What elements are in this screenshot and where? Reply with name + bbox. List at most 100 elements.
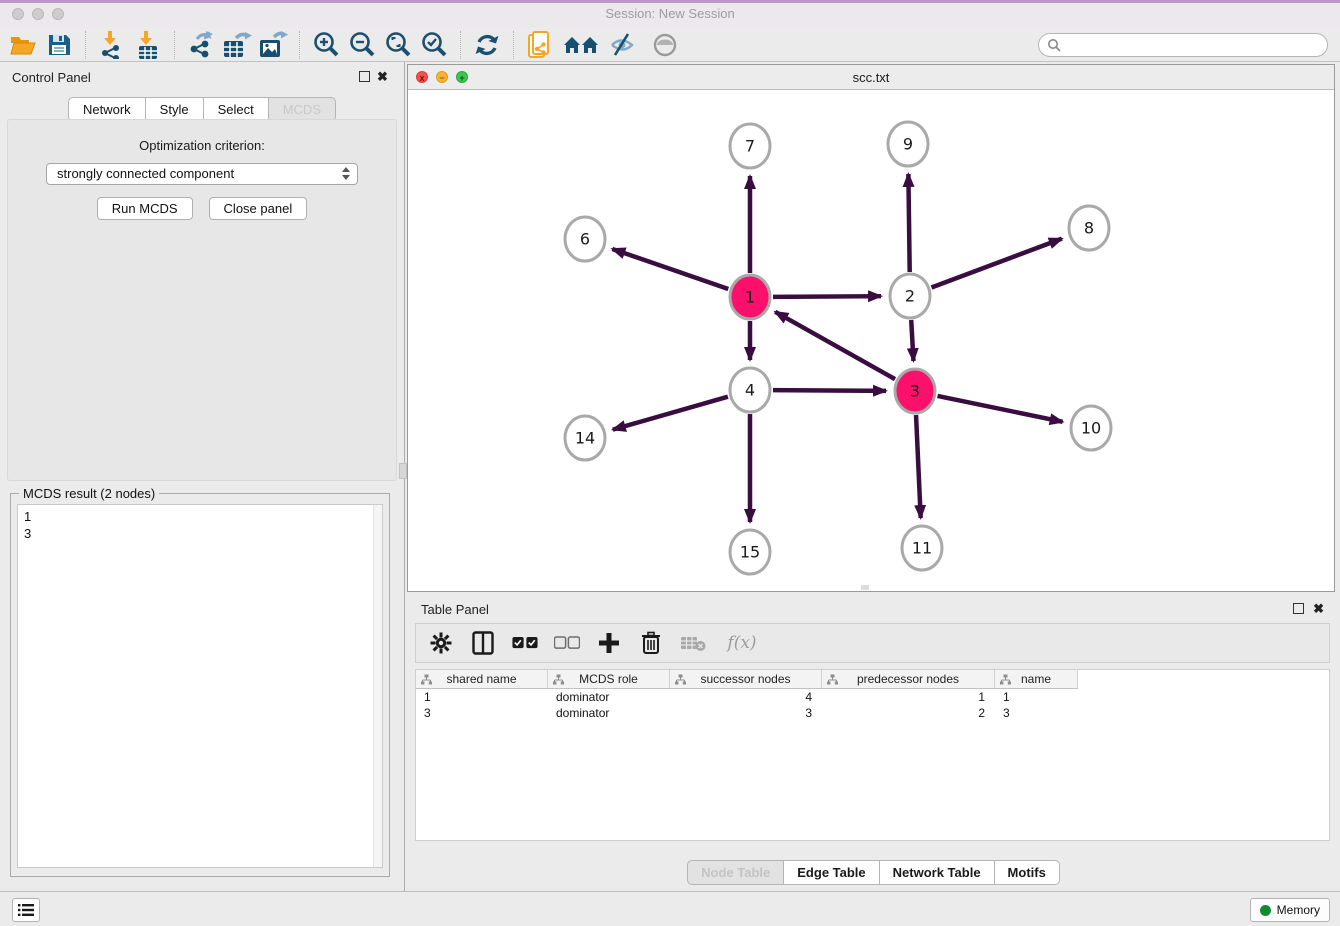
task-history-button[interactable]: [12, 898, 40, 922]
mcds-result-group: MCDS result (2 nodes) 1 3: [10, 493, 390, 877]
export-network-button[interactable]: [186, 31, 216, 59]
titlebar: Session: New Session: [0, 0, 1340, 28]
show-all-networks-button[interactable]: [561, 31, 601, 59]
node-3[interactable]: 3: [895, 369, 935, 413]
zoom-out-button[interactable]: [347, 31, 377, 59]
edge-4-3[interactable]: [773, 390, 886, 391]
vertical-splitter-handle[interactable]: [399, 463, 407, 479]
node-8[interactable]: 8: [1069, 206, 1109, 250]
node-7[interactable]: 7: [730, 124, 770, 168]
delete-column-icon[interactable]: [638, 630, 664, 656]
close-panel-icon[interactable]: ✖: [377, 69, 388, 85]
edge-3-11[interactable]: [916, 415, 921, 518]
edge-4-14[interactable]: [613, 397, 728, 430]
table-cell[interactable]: 2: [822, 705, 995, 721]
node-table-body: 1dominator4113dominator323: [416, 689, 1329, 721]
edge-3-10[interactable]: [938, 396, 1063, 422]
deselect-all-checkboxes-icon[interactable]: [554, 630, 580, 656]
network-view-window: x − + scc.txt 7 9 6 8 1 2 4 3 14 10 15 11: [407, 64, 1335, 592]
hierarchy-icon: [1000, 674, 1011, 685]
status-bar: Memory: [0, 891, 1340, 926]
apply-layout-refresh-button[interactable]: [472, 31, 502, 59]
column-header-MCDS-role[interactable]: MCDS role: [548, 670, 670, 689]
node-6[interactable]: 6: [565, 217, 605, 261]
memory-button[interactable]: Memory: [1250, 898, 1330, 922]
optimization-criterion-select[interactable]: strongly connected component: [46, 163, 358, 185]
duplicate-network-button[interactable]: [525, 31, 555, 59]
zoom-in-button[interactable]: [311, 31, 341, 59]
node-2[interactable]: 2: [890, 274, 930, 318]
float-table-panel-icon[interactable]: [1293, 603, 1304, 614]
table-cell[interactable]: 4: [670, 689, 822, 705]
add-column-icon[interactable]: [596, 630, 622, 656]
zoom-fit-button[interactable]: [383, 31, 413, 59]
column-header-successor-nodes[interactable]: successor nodes: [670, 670, 822, 689]
optimization-criterion-label: Optimization criterion:: [8, 138, 396, 153]
list-icon: [18, 903, 34, 917]
close-table-panel-icon[interactable]: ✖: [1313, 601, 1324, 617]
close-panel-button[interactable]: Close panel: [209, 197, 308, 220]
table-settings-icon[interactable]: [428, 630, 454, 656]
show-eye-button[interactable]: [650, 31, 680, 59]
column-header-name[interactable]: name: [995, 670, 1078, 689]
node-4[interactable]: 4: [730, 368, 770, 412]
table-cell[interactable]: 1: [995, 689, 1078, 705]
column-layout-icon[interactable]: [470, 630, 496, 656]
canvas-splitter-handle[interactable]: [861, 585, 869, 590]
tab-node-table[interactable]: Node Table: [687, 860, 784, 885]
search-icon: [1047, 38, 1061, 52]
result-scrollbar[interactable]: [373, 505, 382, 867]
import-table-button[interactable]: [133, 31, 163, 59]
hierarchy-icon: [553, 674, 564, 685]
edge-3-1[interactable]: [775, 312, 895, 379]
table-cell[interactable]: 1: [822, 689, 995, 705]
edge-1-6[interactable]: [612, 249, 728, 289]
edge-2-9[interactable]: [908, 174, 909, 272]
function-builder-disabled-icon: f(x): [722, 630, 762, 656]
select-all-checkboxes-icon[interactable]: [512, 630, 538, 656]
node-14[interactable]: 14: [565, 416, 605, 460]
zoom-selected-button[interactable]: [419, 31, 449, 59]
control-panel-title: Control Panel: [12, 70, 91, 85]
edge-2-8[interactable]: [932, 239, 1062, 288]
table-row[interactable]: 1dominator411: [416, 689, 1329, 705]
import-network-button[interactable]: [97, 31, 127, 59]
table-cell[interactable]: 3: [670, 705, 822, 721]
node-label: 4: [745, 381, 755, 400]
toolbar-separator: [174, 31, 175, 59]
node-table[interactable]: shared nameMCDS rolesuccessor nodesprede…: [415, 669, 1330, 841]
selected-option: strongly connected component: [57, 166, 234, 181]
network-canvas[interactable]: 7 9 6 8 1 2 4 3 14 10 15 11: [408, 90, 1334, 591]
edge-1-2[interactable]: [773, 296, 881, 297]
open-session-button[interactable]: [8, 31, 38, 59]
node-1[interactable]: 1: [730, 275, 770, 319]
mcds-result-values: 1 3: [18, 505, 382, 545]
node-11[interactable]: 11: [902, 526, 942, 570]
column-header-predecessor-nodes[interactable]: predecessor nodes: [822, 670, 995, 689]
table-cell[interactable]: dominator: [548, 705, 670, 721]
export-table-button[interactable]: [222, 31, 252, 59]
mcds-panel: Optimization criterion: strongly connect…: [7, 119, 397, 481]
node-10[interactable]: 10: [1071, 406, 1111, 450]
search-input[interactable]: [1038, 33, 1328, 57]
float-panel-icon[interactable]: [359, 71, 370, 82]
table-cell[interactable]: 1: [416, 689, 548, 705]
table-cell[interactable]: dominator: [548, 689, 670, 705]
edge-2-3[interactable]: [911, 320, 913, 361]
run-mcds-button[interactable]: Run MCDS: [97, 197, 193, 220]
table-cell[interactable]: 3: [995, 705, 1078, 721]
tab-motifs[interactable]: Motifs: [995, 860, 1060, 885]
node-15[interactable]: 15: [730, 530, 770, 574]
toolbar-separator: [299, 31, 300, 59]
hide-graphics-details-button[interactable]: [607, 31, 637, 59]
column-header-shared-name[interactable]: shared name: [416, 670, 548, 689]
save-session-button[interactable]: [44, 31, 74, 59]
mcds-result-textarea[interactable]: 1 3: [17, 504, 383, 868]
table-row[interactable]: 3dominator323: [416, 705, 1329, 721]
node-9[interactable]: 9: [888, 122, 928, 166]
tab-edge-table[interactable]: Edge Table: [784, 860, 879, 885]
table-cell[interactable]: 3: [416, 705, 548, 721]
network-window-titlebar[interactable]: x − + scc.txt: [408, 65, 1334, 90]
export-image-button[interactable]: [258, 31, 288, 59]
tab-network-table[interactable]: Network Table: [880, 860, 995, 885]
